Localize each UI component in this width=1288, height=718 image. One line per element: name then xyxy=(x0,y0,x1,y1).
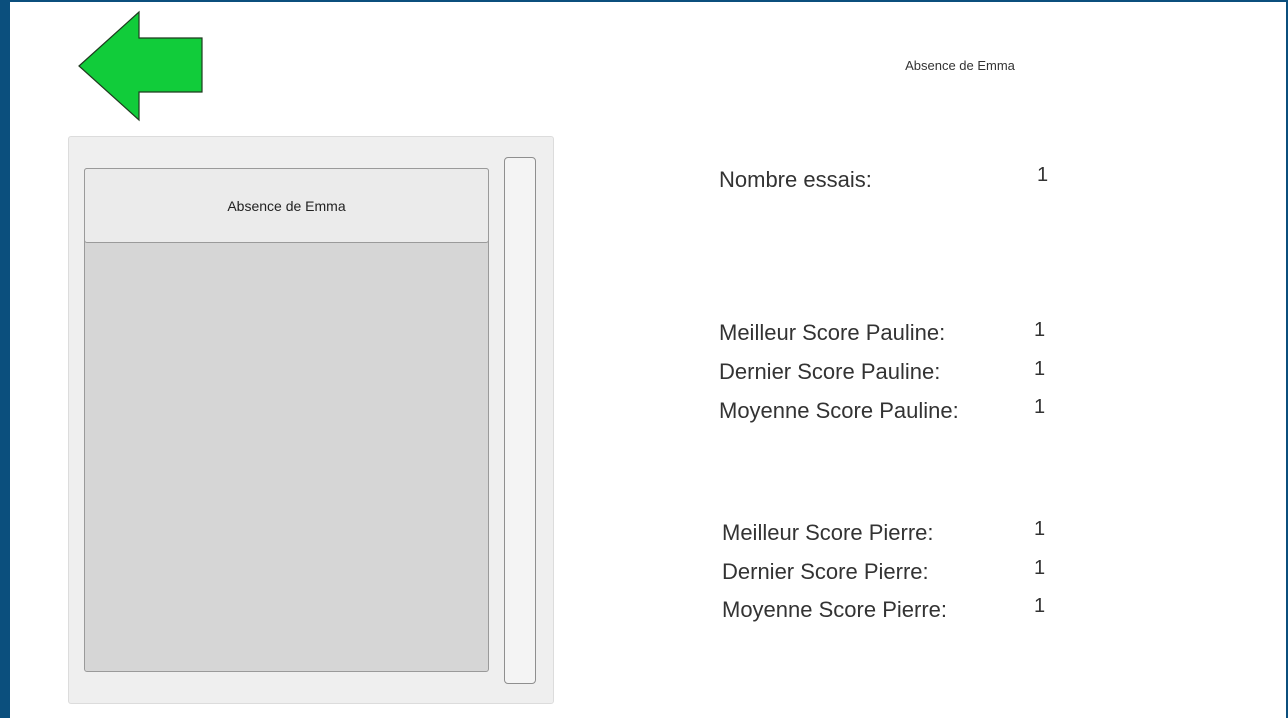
pierre-best-score-value: 1 xyxy=(1034,518,1046,540)
page-title: Absence de Emma xyxy=(905,58,1015,73)
pauline-average-score-value: 1 xyxy=(1034,396,1046,418)
pierre-last-score-label: Dernier Score Pierre: xyxy=(722,559,929,584)
pauline-best-score-label: Meilleur Score Pauline: xyxy=(719,320,946,345)
pauline-average-score-label: Moyenne Score Pauline: xyxy=(719,398,959,423)
trials-value: 1 xyxy=(1037,164,1049,186)
pierre-best-score-label: Meilleur Score Pierre: xyxy=(722,520,934,545)
scrollbar[interactable] xyxy=(504,157,536,684)
pierre-average-score-label: Moyenne Score Pierre: xyxy=(722,597,947,622)
pauline-best-score-value: 1 xyxy=(1034,319,1046,341)
pauline-last-score-value: 1 xyxy=(1034,358,1046,380)
list-item[interactable]: Absence de Emma xyxy=(84,168,489,243)
arrow-left-icon xyxy=(78,10,203,122)
window-frame-left xyxy=(0,0,10,718)
trials-label: Nombre essais: xyxy=(719,167,872,192)
session-list[interactable] xyxy=(84,168,489,672)
pierre-last-score-value: 1 xyxy=(1034,557,1046,579)
pierre-average-score-value: 1 xyxy=(1034,595,1046,617)
window-frame-top xyxy=(0,0,1288,2)
pauline-last-score-label: Dernier Score Pauline: xyxy=(719,359,941,384)
back-button[interactable] xyxy=(76,10,204,122)
